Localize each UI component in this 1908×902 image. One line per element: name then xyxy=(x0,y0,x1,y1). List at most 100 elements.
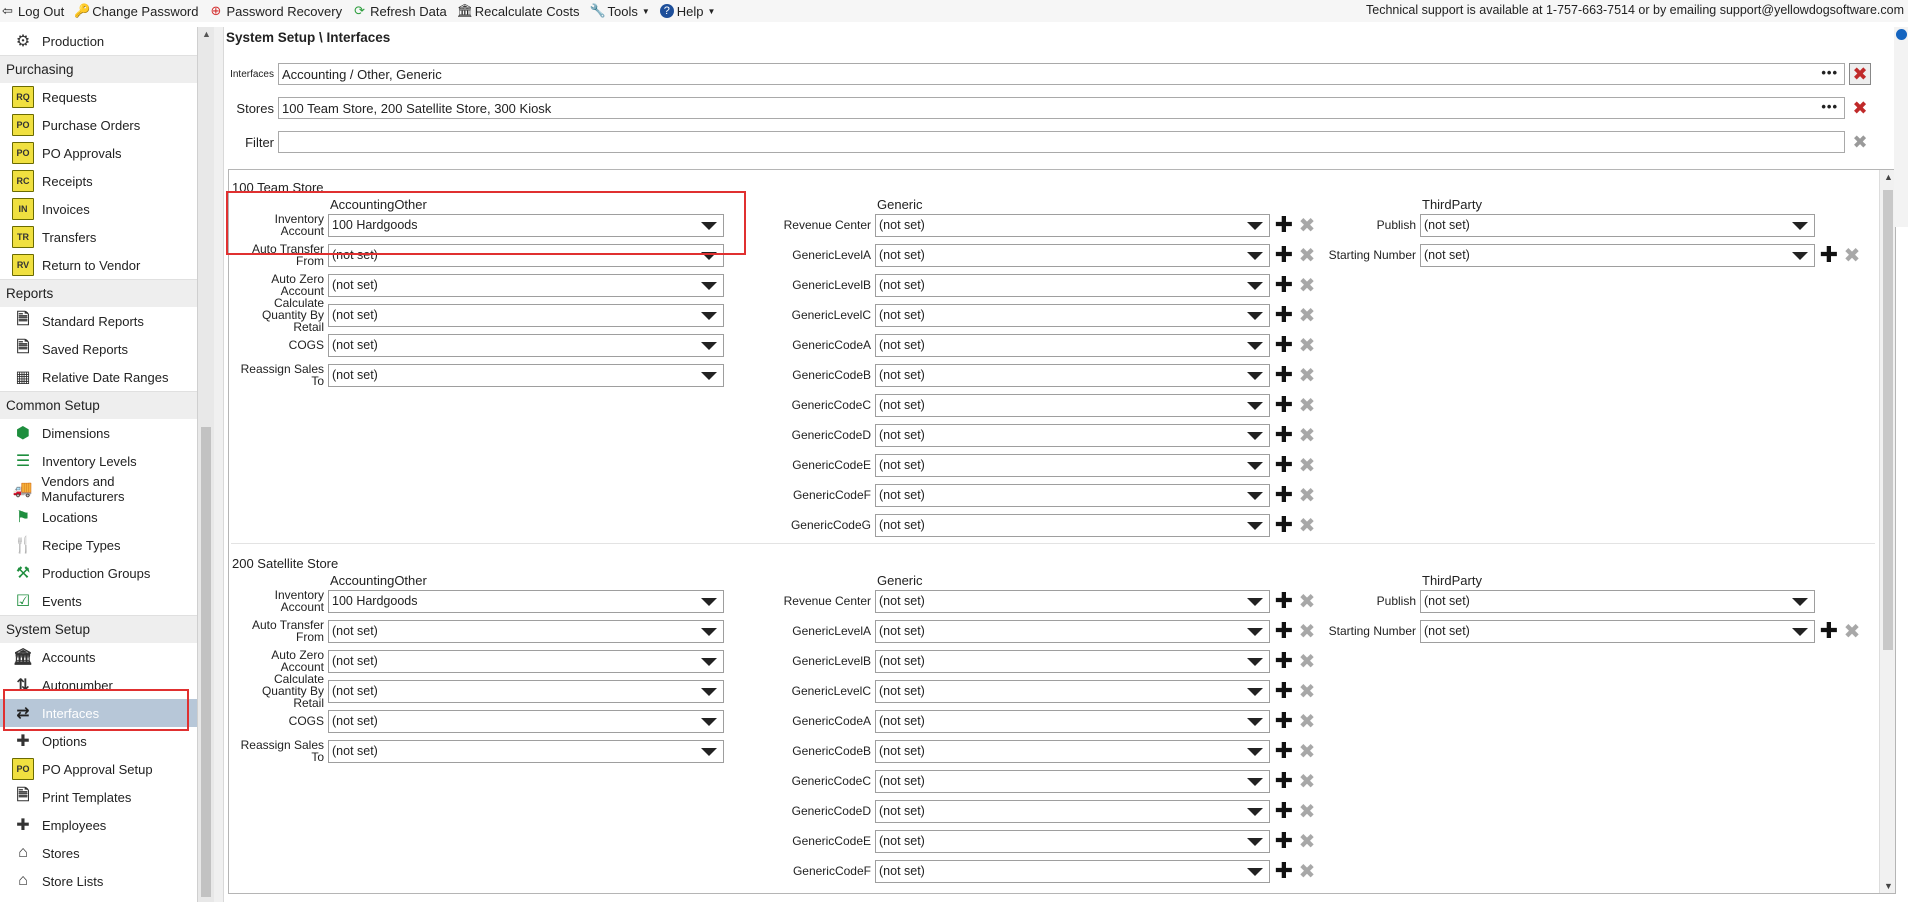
dropdown-arrow-icon[interactable] xyxy=(1247,747,1263,756)
sidebar-item-events[interactable]: ☑ Events xyxy=(0,587,197,615)
field-select[interactable]: (not set) xyxy=(875,333,1270,357)
add-icon[interactable]: ✚ xyxy=(1273,768,1295,793)
sidebar-item-locations[interactable]: ⚑ Locations xyxy=(0,503,197,531)
stores-field[interactable]: 100 Team Store, 200 Satellite Store, 300… xyxy=(278,97,1845,119)
field-select[interactable]: (not set) xyxy=(328,619,724,643)
clear-icon[interactable]: ✖ xyxy=(1296,590,1318,613)
scrollbar-thumb[interactable] xyxy=(1883,190,1893,650)
field-select[interactable]: (not set) xyxy=(875,769,1270,793)
field-select[interactable]: (not set) xyxy=(328,303,724,327)
log-out-button[interactable]: ⇦ Log Out xyxy=(0,3,64,19)
dropdown-arrow-icon[interactable] xyxy=(701,371,717,380)
add-icon[interactable]: ✚ xyxy=(1273,482,1295,507)
field-select[interactable]: (not set) xyxy=(1420,213,1815,237)
sidebar-section-purchasing[interactable]: Purchasing xyxy=(0,55,197,83)
interfaces-field[interactable]: Accounting / Other, Generic ••• xyxy=(278,63,1845,85)
dropdown-arrow-icon[interactable] xyxy=(701,657,717,666)
clear-icon[interactable]: ✖ xyxy=(1296,680,1318,703)
clear-icon[interactable]: ✖ xyxy=(1296,514,1318,537)
sidebar-item-vendors-and-manufacturers[interactable]: 🚚 Vendors and Manufacturers xyxy=(0,474,197,504)
sidebar-item-production-groups[interactable]: ⚒ Production Groups xyxy=(0,559,197,587)
dropdown-arrow-icon[interactable] xyxy=(1247,521,1263,530)
add-icon[interactable]: ✚ xyxy=(1273,512,1295,537)
dropdown-arrow-icon[interactable] xyxy=(1247,597,1263,606)
clear-icon[interactable]: ✖ xyxy=(1296,394,1318,417)
clear-icon[interactable]: ✖ xyxy=(1296,830,1318,853)
clear-icon[interactable]: ✖ xyxy=(1841,620,1863,643)
field-select[interactable]: (not set) xyxy=(328,363,724,387)
change-password-button[interactable]: 🔑 Change Password xyxy=(74,3,198,19)
dropdown-arrow-icon[interactable] xyxy=(701,311,717,320)
clear-icon[interactable]: ✖ xyxy=(1296,710,1318,733)
field-select[interactable]: (not set) xyxy=(328,739,724,763)
dropdown-arrow-icon[interactable] xyxy=(701,221,717,230)
sidebar-item-accounts[interactable]: 🏛 Accounts xyxy=(0,643,197,671)
side-help-tab[interactable] xyxy=(1894,27,1908,227)
add-icon[interactable]: ✚ xyxy=(1273,738,1295,763)
sidebar-item-employees[interactable]: ✚ Employees xyxy=(0,811,197,839)
dropdown-arrow-icon[interactable] xyxy=(1247,221,1263,230)
add-icon[interactable]: ✚ xyxy=(1273,332,1295,357)
field-select[interactable]: (not set) xyxy=(875,859,1270,883)
field-select[interactable]: (not set) xyxy=(328,333,724,357)
field-select[interactable]: (not set) xyxy=(875,243,1270,267)
field-select[interactable]: (not set) xyxy=(875,423,1270,447)
sidebar-item-interfaces[interactable]: ⇄ Interfaces xyxy=(0,699,197,727)
sidebar-item-options[interactable]: ✚ Options xyxy=(0,727,197,755)
dropdown-arrow-icon[interactable] xyxy=(1247,251,1263,260)
dropdown-arrow-icon[interactable] xyxy=(1247,687,1263,696)
field-select[interactable]: (not set) xyxy=(328,679,724,703)
dropdown-arrow-icon[interactable] xyxy=(701,341,717,350)
dropdown-arrow-icon[interactable] xyxy=(701,597,717,606)
clear-icon[interactable]: ✖ xyxy=(1296,304,1318,327)
sidebar-item-po-approval-setup[interactable]: PO PO Approval Setup xyxy=(0,755,197,783)
dropdown-arrow-icon[interactable] xyxy=(701,627,717,636)
field-select[interactable]: (not set) xyxy=(875,799,1270,823)
clear-icon[interactable]: ✖ xyxy=(1296,364,1318,387)
recalculate-costs-button[interactable]: 🏛 Recalculate Costs xyxy=(457,3,580,19)
dropdown-arrow-icon[interactable] xyxy=(1247,371,1263,380)
field-select[interactable]: (not set) xyxy=(875,303,1270,327)
field-select[interactable]: (not set) xyxy=(875,393,1270,417)
dropdown-arrow-icon[interactable] xyxy=(701,717,717,726)
field-select[interactable]: (not set) xyxy=(875,829,1270,853)
add-icon[interactable]: ✚ xyxy=(1273,242,1295,267)
sidebar-item-po-approvals[interactable]: PO PO Approvals xyxy=(0,139,197,167)
add-icon[interactable]: ✚ xyxy=(1818,618,1840,643)
sidebar-item-production[interactable]: ⚙ Production xyxy=(0,27,197,55)
scroll-down-icon[interactable]: ▼ xyxy=(1884,881,1893,891)
clear-icon[interactable]: ✖ xyxy=(1296,274,1318,297)
help-menu[interactable]: ? Help ▼ xyxy=(659,4,715,19)
field-select[interactable]: (not set) xyxy=(328,273,724,297)
dropdown-arrow-icon[interactable] xyxy=(1247,657,1263,666)
refresh-data-button[interactable]: ⟳ Refresh Data xyxy=(352,3,447,19)
clear-icon[interactable]: ✖ xyxy=(1296,244,1318,267)
dropdown-arrow-icon[interactable] xyxy=(1792,597,1808,606)
field-select[interactable]: (not set) xyxy=(1420,619,1815,643)
sidebar-item-autonumber[interactable]: ⇅ Autonumber xyxy=(0,671,197,699)
sidebar-item-purchase-orders[interactable]: PO Purchase Orders xyxy=(0,111,197,139)
clear-icon[interactable]: ✖ xyxy=(1841,244,1863,267)
add-icon[interactable]: ✚ xyxy=(1273,828,1295,853)
field-select[interactable]: (not set) xyxy=(875,709,1270,733)
dropdown-arrow-icon[interactable] xyxy=(701,251,717,260)
clear-icon[interactable]: ✖ xyxy=(1296,454,1318,477)
clear-icon[interactable]: ✖ xyxy=(1296,620,1318,643)
dropdown-arrow-icon[interactable] xyxy=(701,281,717,290)
dropdown-arrow-icon[interactable] xyxy=(1247,431,1263,440)
field-select[interactable]: (not set) xyxy=(1420,589,1815,613)
sidebar-item-transfers[interactable]: TR Transfers xyxy=(0,223,197,251)
dropdown-arrow-icon[interactable] xyxy=(1247,491,1263,500)
dropdown-arrow-icon[interactable] xyxy=(1247,281,1263,290)
add-icon[interactable]: ✚ xyxy=(1273,362,1295,387)
dropdown-arrow-icon[interactable] xyxy=(1792,251,1808,260)
field-select[interactable]: (not set) xyxy=(328,709,724,733)
field-select[interactable]: (not set) xyxy=(875,513,1270,537)
sidebar-item-store-lists[interactable]: ⌂ Store Lists xyxy=(0,867,197,895)
panel-scrollbar[interactable]: ▲ ▼ xyxy=(1879,170,1895,893)
add-icon[interactable]: ✚ xyxy=(1273,272,1295,297)
add-icon[interactable]: ✚ xyxy=(1273,858,1295,883)
field-select[interactable]: (not set) xyxy=(875,273,1270,297)
clear-icon[interactable]: ✖ xyxy=(1296,214,1318,237)
dropdown-arrow-icon[interactable] xyxy=(701,747,717,756)
